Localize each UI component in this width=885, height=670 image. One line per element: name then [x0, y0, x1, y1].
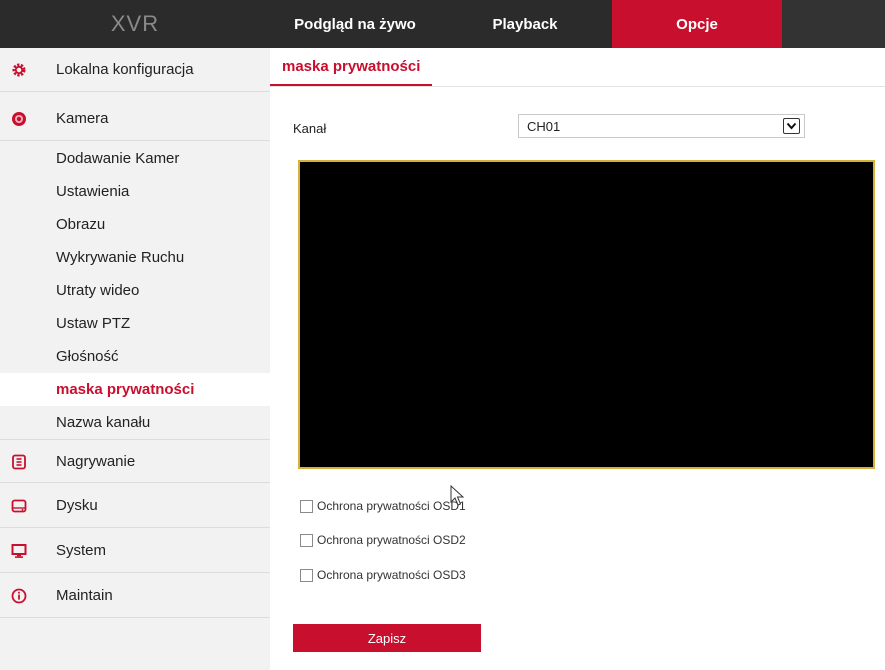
sidebar-subitem-channel-name[interactable]: Nazwa kanału [0, 406, 270, 439]
top-bar: XVR Podgląd na żywo Playback Opcje [0, 0, 885, 48]
sidebar-subitem-label: Obrazu [56, 216, 106, 233]
top-bar-filler [782, 0, 885, 48]
sidebar-item-label: Dysku [56, 497, 98, 514]
channel-select-value: CH01 [527, 118, 561, 134]
checkbox-box[interactable] [300, 568, 313, 582]
sidebar-subitem-label: Nazwa kanału [56, 414, 151, 431]
checkbox-label: Ochrona prywatności OSD2 [317, 533, 466, 547]
sidebar-item-recording[interactable]: Nagrywanie [0, 439, 270, 483]
checkbox-label: Ochrona prywatności OSD1 [317, 499, 466, 513]
main-panel: maska prywatności Kanał CH01 Ochrona pry… [270, 48, 885, 670]
sidebar-subitem-ptz[interactable]: Ustaw PTZ [0, 307, 270, 340]
tab-live-view[interactable]: Podgląd na żywo [270, 0, 440, 48]
camera-icon [10, 110, 28, 128]
sidebar-item-system[interactable]: System [0, 529, 270, 573]
page-tab-privacy-mask[interactable]: maska prywatności [270, 58, 433, 86]
disk-icon [10, 497, 28, 515]
sidebar-subitem-label: Głośność [56, 348, 119, 365]
sidebar-subitem-volume[interactable]: Głośność [0, 340, 270, 373]
sidebar-item-camera[interactable]: Kamera [0, 97, 270, 141]
mouse-cursor-icon [450, 485, 464, 506]
sidebar-subitem-label: Utraty wideo [56, 282, 140, 299]
checkbox-box[interactable] [300, 533, 313, 547]
sidebar-subitem-label: Wykrywanie Ruchu [56, 249, 185, 266]
save-button[interactable]: Zapisz [293, 624, 481, 652]
brand-logo: XVR [110, 11, 160, 36]
channel-label: Kanał [293, 121, 327, 136]
tab-options[interactable]: Opcje [612, 0, 782, 48]
info-icon [10, 587, 28, 605]
sidebar-subitem-motion-detection[interactable]: Wykrywanie Ruchu [0, 241, 270, 274]
sidebar-subitem-label: Dodawanie Kamer [56, 150, 180, 167]
checkbox-osd3[interactable]: Ochrona prywatności OSD3 [300, 566, 466, 584]
sidebar-subitem-label: maska prywatności [56, 381, 195, 398]
tab-playback[interactable]: Playback [440, 0, 610, 48]
sidebar-item-label: Maintain [56, 587, 113, 604]
sidebar-subitem-privacy-mask[interactable]: maska prywatności [0, 373, 270, 406]
sidebar-item-label: Lokalna konfiguracja [56, 61, 194, 78]
video-preview[interactable] [298, 160, 875, 469]
checkbox-box[interactable] [300, 499, 313, 513]
checkbox-osd1[interactable]: Ochrona prywatności OSD1 [300, 497, 466, 515]
sidebar-item-maintain[interactable]: Maintain [0, 574, 270, 618]
sidebar: Lokalna konfiguracja Kamera Dodawanie Ka… [0, 48, 270, 670]
checkbox-osd2[interactable]: Ochrona prywatności OSD2 [300, 531, 466, 549]
gear-icon [10, 61, 28, 79]
sidebar-item-label: Nagrywanie [56, 452, 136, 470]
sidebar-subitem-image[interactable]: Obrazu [0, 208, 270, 241]
sidebar-item-label: Kamera [56, 110, 109, 127]
sidebar-subitem-add-cameras[interactable]: Dodawanie Kamer [0, 142, 270, 175]
sidebar-subitem-settings[interactable]: Ustawienia [0, 175, 270, 208]
sidebar-subitem-label: Ustaw PTZ [56, 315, 131, 332]
tab-divider [270, 86, 885, 87]
record-icon [10, 453, 28, 471]
sidebar-subitem-video-loss[interactable]: Utraty wideo [0, 274, 270, 307]
checkbox-label: Ochrona prywatności OSD3 [317, 568, 466, 582]
channel-select[interactable]: CH01 [518, 114, 805, 138]
sidebar-item-local-config[interactable]: Lokalna konfiguracja [0, 48, 270, 92]
sidebar-item-disk[interactable]: Dysku [0, 484, 270, 528]
monitor-icon [10, 542, 28, 560]
sidebar-item-label: System [56, 542, 107, 559]
chevron-down-icon[interactable] [783, 118, 800, 134]
sidebar-subitem-label: Ustawienia [56, 183, 130, 200]
